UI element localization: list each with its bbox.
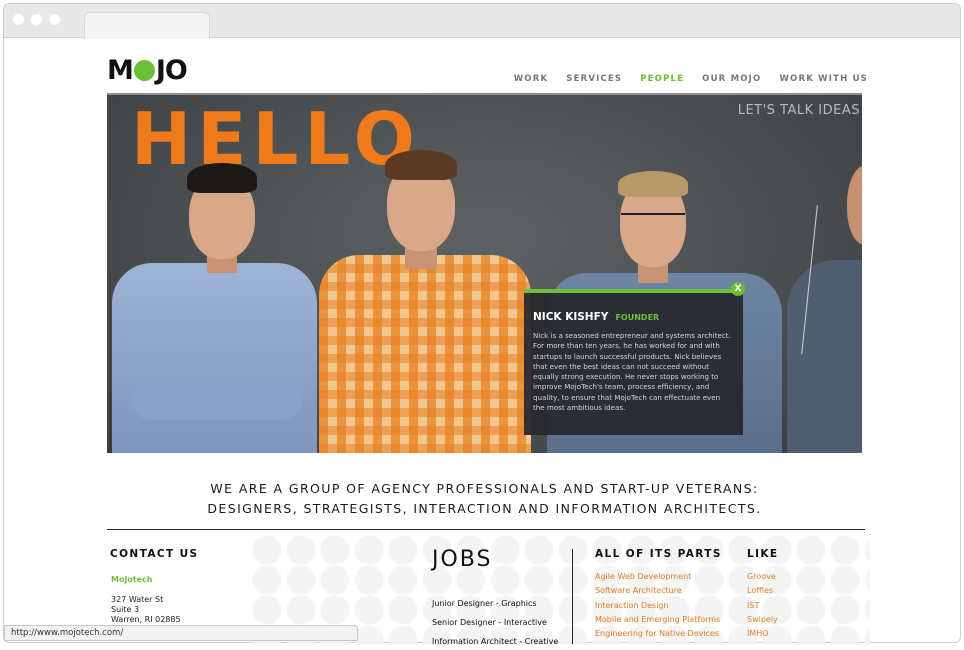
job-link[interactable]: Senior Designer - Interactive [432,613,558,632]
parts-link[interactable]: Mobile and Emerging Platforms [595,613,720,627]
like-link[interactable]: Groove [747,570,778,584]
logo-letter-m: M [107,54,134,86]
main-nav: WORK SERVICES PEOPLE OUR MOJO WORK WITH … [496,74,868,84]
zoom-window-icon[interactable] [49,14,60,25]
nav-work[interactable]: WORK [514,74,549,84]
jobs-heading: JOBS [432,547,493,572]
jobs-list: Junior Designer - Graphics Senior Design… [432,594,558,650]
nav-services[interactable]: SERVICES [566,74,622,84]
nav-people[interactable]: PEOPLE [640,74,684,84]
hair-shape [618,171,688,197]
nav-our-mojo[interactable]: OUR MOJO [702,74,761,84]
face-shape [847,165,862,245]
like-link[interactable]: IST [747,599,778,613]
parts-heading: ALL OF ITS PARTS [595,548,722,560]
tagline-line: DESIGNERS, STRATEGISTS, INTERACTION AND … [207,501,762,516]
contact-address: 327 Water St Suite 3 Warren, RI 02885 [111,595,181,625]
address-line: 327 Water St [111,595,164,604]
logo-green-circle-icon [133,59,155,81]
status-bar-url: http://www.mojotech.com/ [4,625,358,641]
like-link[interactable]: Loffles [747,584,778,598]
shirt-shape [112,263,317,453]
member-bio: Nick is a seasoned entrepreneur and syst… [533,331,731,413]
team-member-card: NICK KISHFY FOUNDER Nick is a seasoned e… [524,289,743,435]
browser-toolbar [4,4,960,39]
lets-talk-ideas-link[interactable]: LET'S TALK IDEAS [738,103,860,118]
mojo-logo[interactable]: M J O [107,54,188,86]
logo-letter-o: O [164,54,188,86]
parts-list: Agile Web Development Software Architect… [595,570,720,641]
logo-letter-j: J [155,54,166,86]
plaid-shirt-shape [319,255,531,453]
parts-link[interactable]: Agile Web Development [595,570,720,584]
job-link[interactable]: Information Architect - Creative [432,632,558,650]
tagline-line: WE ARE A GROUP OF AGENCY PROFESSIONALS A… [210,481,759,496]
like-list: Groove Loffles IST Swipely IMHO [747,570,778,641]
address-line: Suite 3 [111,605,140,614]
close-card-button[interactable]: X [731,282,745,296]
parts-link[interactable]: Software Architecture [595,584,720,598]
like-heading: LIKE [747,548,779,560]
hero-banner: HELLO LET'S TALK IDEAS [107,93,862,453]
close-window-icon[interactable] [13,14,24,25]
column-divider [572,549,573,644]
parts-link[interactable]: Interaction Design [595,599,720,613]
nav-work-with-us[interactable]: WORK WITH US [779,74,868,84]
contact-company-link[interactable]: Mojotech [111,575,152,584]
glasses-shape [621,213,685,227]
job-link[interactable]: Junior Designer - Graphics [432,594,558,613]
member-name: NICK KISHFY [533,311,609,323]
divider [107,529,865,530]
browser-tab[interactable] [84,12,210,39]
address-line: Warren, RI 02885 [111,615,181,624]
parts-link[interactable]: Engineering for Native Devices [595,627,720,641]
hair-shape [187,163,257,193]
minimize-window-icon[interactable] [31,14,42,25]
hair-shape [385,150,457,180]
hero-headline: HELLO [131,97,421,181]
like-link[interactable]: Swipely [747,613,778,627]
like-link[interactable]: IMHO [747,627,778,641]
tagline: WE ARE A GROUP OF AGENCY PROFESSIONALS A… [107,479,862,519]
member-role: FOUNDER [615,313,660,322]
arms-shape [132,380,302,420]
shirt-shape [787,260,862,453]
contact-heading: CONTACT US [110,548,199,560]
